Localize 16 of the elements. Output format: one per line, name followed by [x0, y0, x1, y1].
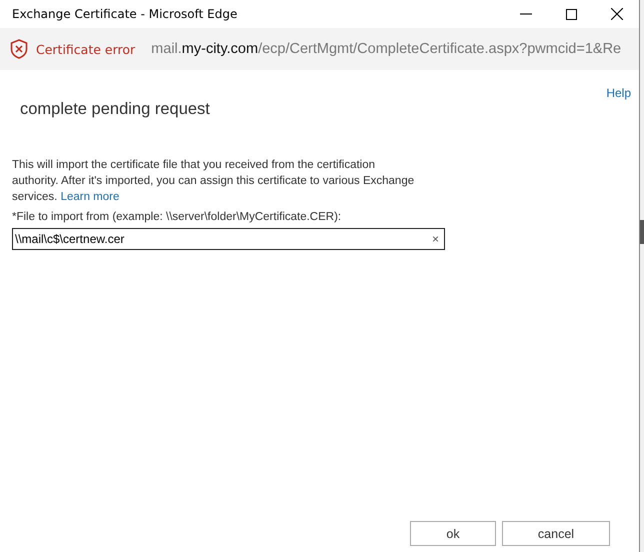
description-text: This will import the certificate file that you received from the certification authority. After it's imported, you can assign this certificate to various Exchange services. Learn more [12, 158, 416, 205]
page-heading: complete pending request [20, 100, 211, 119]
cancel-button[interactable]: cancel [502, 521, 610, 546]
learn-more-link[interactable]: Learn more [60, 191, 120, 203]
address-bar[interactable]: Certificate error mail.my-city.com/ecp/CertMgmt/CompleteCertificate.aspx?pwmcid=1&Re [0, 28, 639, 70]
maximize-icon[interactable] [566, 8, 577, 20]
ok-button[interactable]: ok [410, 521, 496, 546]
clear-icon[interactable]: × [432, 232, 439, 246]
close-icon[interactable] [611, 8, 623, 20]
help-link[interactable]: Help [606, 86, 631, 100]
window-title: Exchange Certificate - Microsoft Edge [12, 7, 238, 21]
file-path-field[interactable]: \\mail\c$\certnew.cer × [12, 228, 445, 250]
certificate-error-label[interactable]: Certificate error [36, 42, 136, 56]
field-label: *File to import from (example: \\server\folder\MyCertificate.CER): [12, 211, 342, 223]
url-text: mail.my-city.com/ecp/CertMgmt/CompleteCertificate.aspx?pwmcid=1&Re [151, 41, 622, 57]
shield-error-icon [10, 39, 28, 59]
